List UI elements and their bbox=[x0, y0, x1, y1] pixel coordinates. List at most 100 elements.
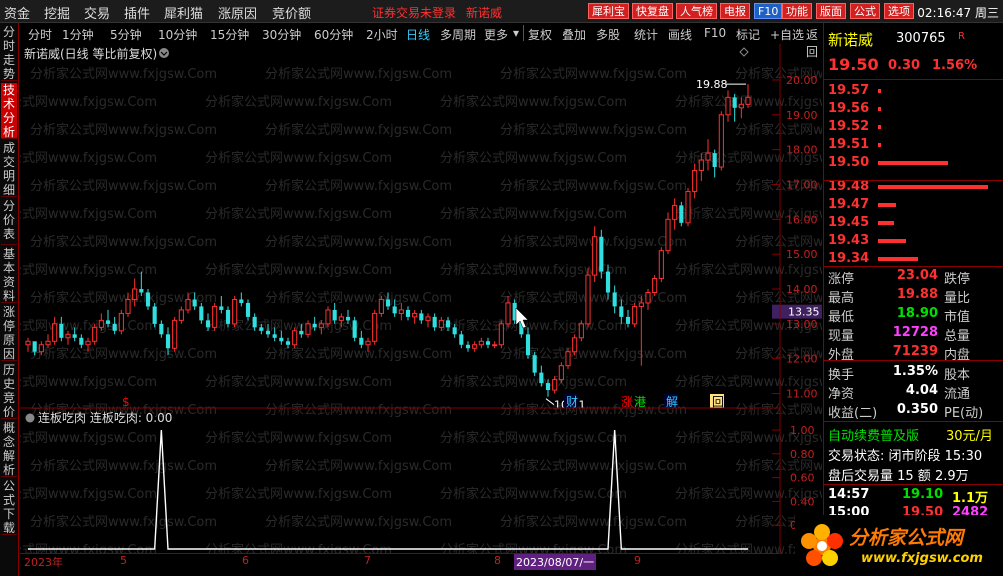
nav-timeshare[interactable]: 分时走势 bbox=[1, 25, 17, 81]
stat-value: 4.04 bbox=[905, 383, 938, 398]
indicator-settings-icon[interactable] bbox=[25, 413, 35, 423]
event-tag: 港 bbox=[634, 395, 646, 409]
orderbook-price: 19.51 bbox=[828, 137, 870, 152]
period-more[interactable]: 更多 bbox=[484, 26, 508, 43]
candle-body bbox=[445, 320, 451, 328]
watermark-text: 分析家公式网www.fxjgsw.Com bbox=[500, 66, 687, 82]
orderbook-row: 19.56 bbox=[824, 101, 1003, 119]
period-timeshare[interactable]: 分时 bbox=[28, 26, 52, 43]
candle-body bbox=[632, 305, 638, 325]
options-button[interactable]: 选项 bbox=[884, 3, 914, 19]
logo-text: 分析家公式网 bbox=[849, 527, 964, 549]
stat-label: 总量 bbox=[944, 329, 971, 344]
nav-trades[interactable]: 成交明细 bbox=[1, 141, 17, 197]
stat-label: 收益(二) bbox=[828, 406, 878, 421]
period-multi[interactable]: 多周期 bbox=[440, 26, 476, 43]
quote-panel: 新诺威 300765 R 19.50 0.30 1.56% 19.57 19.56… bbox=[823, 23, 1003, 576]
nav-history-auction[interactable]: 历史竞价 bbox=[1, 363, 17, 419]
mark-button[interactable]: 标记 bbox=[736, 26, 760, 43]
candle-body bbox=[505, 302, 511, 325]
promo-text[interactable]: 自动续费普及版 bbox=[828, 429, 919, 444]
f10-button[interactable]: F10 bbox=[754, 3, 783, 19]
candle-body bbox=[205, 320, 211, 328]
orderbook-price: 19.34 bbox=[828, 251, 870, 266]
candle-body bbox=[25, 340, 31, 346]
candle-body bbox=[165, 334, 171, 349]
candle-body bbox=[192, 299, 197, 307]
period-30min[interactable]: 30分钟 bbox=[262, 26, 301, 43]
draw-line-button[interactable]: 画线 bbox=[668, 26, 692, 43]
stat-label: 现量 bbox=[828, 329, 855, 344]
chevron-down-icon[interactable]: ▾ bbox=[513, 26, 519, 40]
stats-button[interactable]: 统计 bbox=[634, 26, 658, 43]
period-5min[interactable]: 5分钟 bbox=[110, 26, 142, 43]
menu-item-plugins[interactable]: 插件 bbox=[124, 3, 150, 22]
overlay-button[interactable]: 叠加 bbox=[562, 26, 586, 43]
stat-label: 量比 bbox=[944, 291, 971, 306]
menu-item-xilimao[interactable]: 犀利猫 bbox=[164, 3, 203, 22]
layout-button[interactable]: 版面 bbox=[816, 3, 846, 19]
price-tick-label: 19.00 bbox=[786, 109, 818, 122]
clock: 02:16:47 周三 bbox=[917, 6, 999, 20]
formula-button[interactable]: 公式 bbox=[850, 3, 880, 19]
price-change: 0.30 bbox=[888, 58, 921, 73]
xilibao-button[interactable]: 犀利宝 bbox=[588, 3, 629, 19]
candle-body bbox=[605, 271, 611, 293]
candle-body bbox=[452, 327, 457, 335]
menu-item-auction[interactable]: 竞价额 bbox=[272, 3, 311, 22]
candle-body bbox=[532, 355, 537, 373]
nav-limit-reason[interactable]: 涨停原因 bbox=[1, 305, 17, 361]
stat-row: 最高 19.88 量比 bbox=[828, 287, 1000, 306]
nav-basics[interactable]: 基本资料 bbox=[1, 247, 17, 303]
orderbook-volume-bar bbox=[878, 221, 894, 225]
orderbook-row: 19.45 bbox=[824, 215, 1003, 233]
nav-technical[interactable]: 技术分析 bbox=[1, 83, 17, 139]
candle-body bbox=[712, 153, 717, 168]
period-1min[interactable]: 1分钟 bbox=[62, 26, 94, 43]
function-button[interactable]: 功能 bbox=[782, 3, 812, 19]
stock-code: 300765 bbox=[896, 31, 946, 46]
candle-body bbox=[112, 323, 117, 331]
candle-body bbox=[472, 344, 478, 349]
nav-price-table[interactable]: 分价表 bbox=[1, 199, 17, 245]
nav-formula-download[interactable]: 公式下载 bbox=[1, 479, 17, 535]
date-label: 6 bbox=[242, 554, 249, 567]
indicator-title: 连板吃肉 连板吃肉: 0.00 bbox=[38, 410, 172, 425]
add-watchlist-button[interactable]: +自选 bbox=[770, 26, 804, 43]
candle-body bbox=[385, 299, 391, 307]
date-label: 7 bbox=[364, 554, 371, 567]
stat-value: 18.90 bbox=[896, 306, 938, 321]
nav-concepts[interactable]: 概念解析 bbox=[1, 421, 17, 477]
period-15min[interactable]: 15分钟 bbox=[210, 26, 249, 43]
login-warning[interactable]: 证券交易未登录 bbox=[372, 4, 456, 21]
promo-price[interactable]: 30元/月 bbox=[946, 425, 993, 444]
watermark-text: 分析家公式网www.fxjgsw.Com bbox=[440, 318, 627, 334]
period-2h[interactable]: 2小时 bbox=[366, 26, 398, 43]
multi-stock-button[interactable]: 多股 bbox=[596, 26, 620, 43]
menu-item-funds[interactable]: 资金 bbox=[4, 3, 30, 22]
candle-body bbox=[372, 312, 378, 342]
quick-review-button[interactable]: 快复盘 bbox=[632, 3, 673, 19]
stat-label: PE(动) bbox=[944, 406, 984, 421]
adjust-button[interactable]: 复权 bbox=[528, 26, 552, 43]
orderbook-row: 19.52 bbox=[824, 119, 1003, 137]
f10-tool-button[interactable]: F10 bbox=[704, 26, 726, 40]
watermark-text: 分析家公式网www.fxjgsw.Com bbox=[265, 234, 452, 250]
candle-body bbox=[498, 323, 504, 346]
menu-item-mining[interactable]: 挖掘 bbox=[44, 3, 70, 22]
watermark-text: 分析家公式网www.fxjgsw.Com bbox=[30, 122, 217, 138]
period-60min[interactable]: 60分钟 bbox=[314, 26, 353, 43]
candle-body bbox=[645, 291, 651, 304]
chart-area[interactable]: 分析家公式网www.fxjgsw.Com 分析家公式网www.fxjgsw.Com… bbox=[20, 44, 822, 554]
orderbook-price: 19.45 bbox=[828, 215, 870, 230]
settings-icon[interactable] bbox=[159, 48, 169, 58]
telegraph-button[interactable]: 电报 bbox=[720, 3, 750, 19]
menu-item-trade[interactable]: 交易 bbox=[84, 3, 110, 22]
orderbook-volume-bar bbox=[878, 203, 896, 207]
popularity-button[interactable]: 人气榜 bbox=[676, 3, 717, 19]
menu-item-limit-reason[interactable]: 涨原因 bbox=[218, 3, 257, 22]
period-10min[interactable]: 10分钟 bbox=[158, 26, 197, 43]
candle-body bbox=[118, 312, 124, 332]
period-daily[interactable]: 日线 bbox=[406, 26, 430, 43]
candle-body bbox=[585, 274, 591, 325]
